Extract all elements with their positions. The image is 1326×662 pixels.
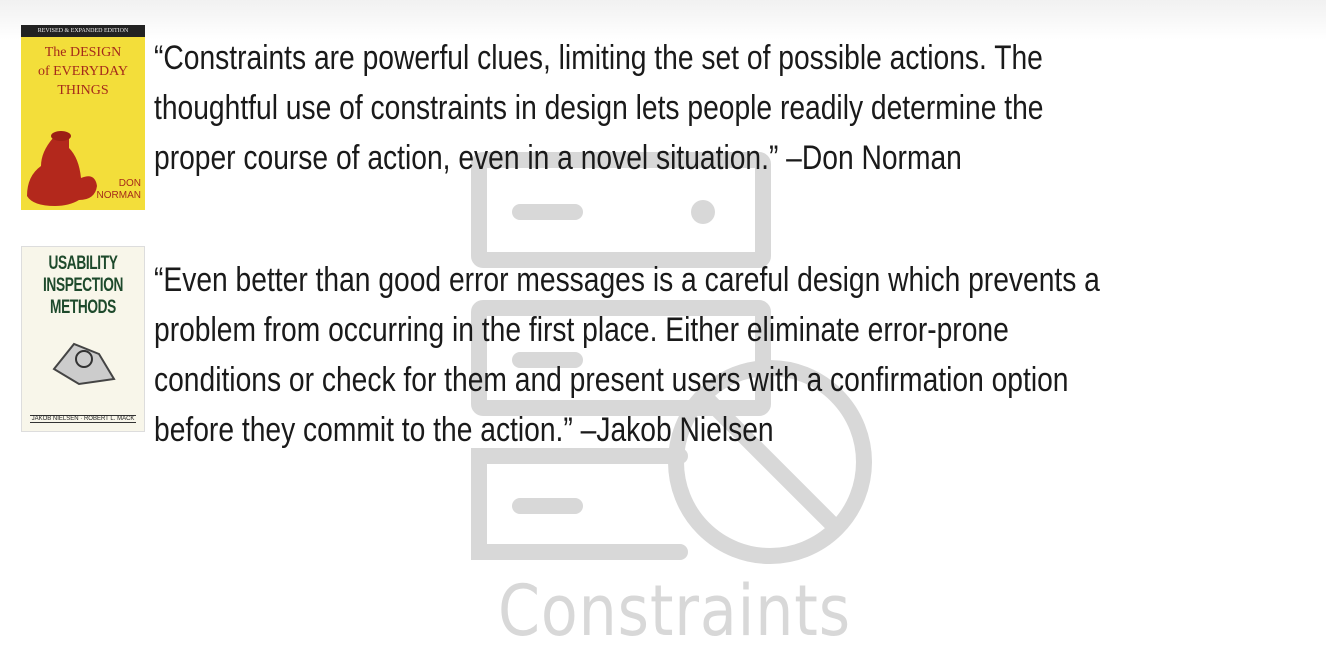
quote-jakob-nielsen: “Even better than good error messages is…: [154, 255, 1100, 455]
teapot-icon: [27, 131, 97, 206]
quote-line: “Constraints are powerful clues, limitin…: [154, 39, 1043, 77]
quote-line: “Even better than good error messages is…: [154, 261, 1100, 299]
book-title: USABILITY INSPECTION METHODS: [39, 253, 127, 319]
book-title-line: THINGS: [57, 83, 109, 98]
book-title: The DESIGN of EVERYDAY THINGS: [21, 43, 145, 100]
book-title-line: INSPECTION: [42, 275, 124, 296]
quote-line: problem from occurring in the first plac…: [154, 311, 1009, 349]
author-line: NORMAN: [96, 190, 141, 201]
author-line: DON: [118, 178, 141, 189]
quote-line: thoughtful use of constraints in design …: [154, 89, 1044, 127]
watermark-label: Constraints: [498, 570, 851, 652]
book-editors: JAKOB NIELSEN · ROBERT L. MACK: [30, 415, 136, 423]
book-cover-design-of-everyday-things: REVISED & EXPANDED EDITION The DESIGN of…: [21, 25, 145, 210]
quote-line: conditions or check for them and present…: [154, 361, 1069, 399]
book-title-line: USABILITY: [48, 253, 118, 274]
illustration-icon: [52, 342, 116, 386]
quote-don-norman: “Constraints are powerful clues, limitin…: [154, 33, 1043, 183]
book-author: DON NORMAN: [97, 178, 141, 202]
quote-line: proper course of action, even in a novel…: [154, 139, 962, 177]
book-edition-band: REVISED & EXPANDED EDITION: [21, 25, 145, 37]
book-title-line: The DESIGN: [44, 45, 122, 60]
quote-line: before they commit to the action.” –Jako…: [154, 411, 774, 449]
book-title-line: METHODS: [50, 297, 116, 318]
book-title-line: of EVERYDAY: [37, 64, 129, 79]
book-cover-usability-inspection-methods: USABILITY INSPECTION METHODS JAKOB NIELS…: [21, 246, 145, 432]
